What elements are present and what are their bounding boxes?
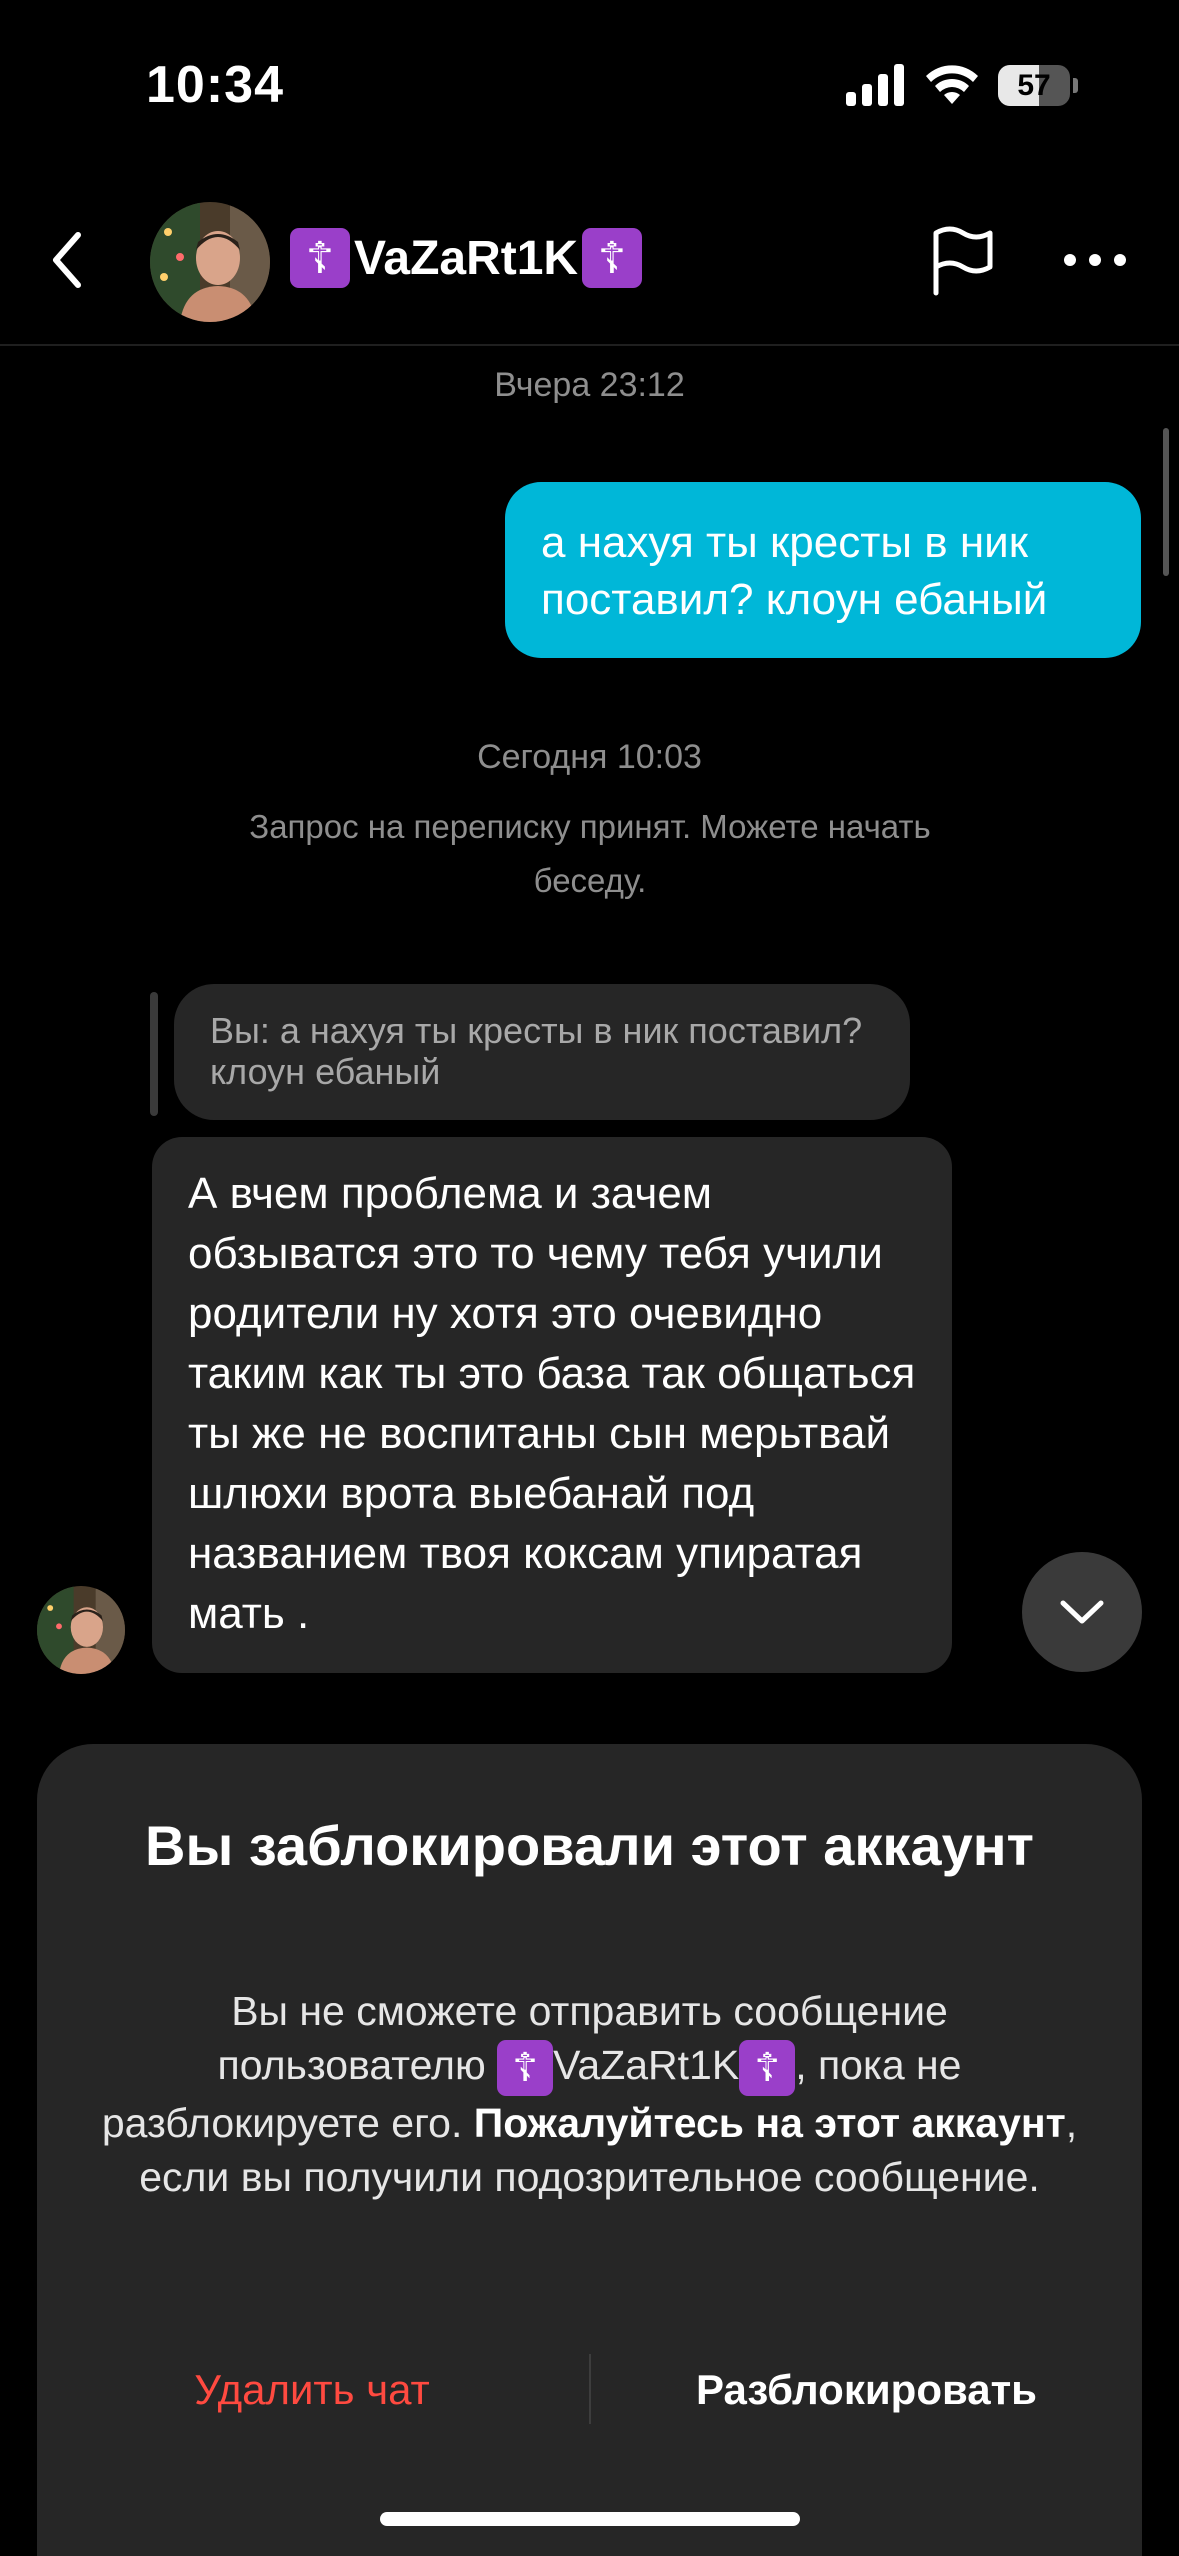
- more-icon[interactable]: [1060, 238, 1130, 282]
- orthodox-cross-emoji-icon: ☦: [290, 228, 350, 288]
- wifi-icon: [926, 65, 978, 104]
- chat-username: VaZaRt1K: [354, 231, 579, 285]
- blocked-description: Вы не сможете отправить сообщение пользо…: [101, 1988, 1078, 2201]
- timestamp: Сегодня 10:03: [477, 738, 702, 776]
- orthodox-cross-emoji-icon: ☦: [497, 2040, 554, 2097]
- orthodox-cross-emoji-icon: ☦: [582, 228, 643, 288]
- home-indicator: [380, 2512, 800, 2526]
- cellular-signal-icon: [846, 64, 904, 106]
- blocked-title: Вы заблокировали этот аккаунт: [145, 1814, 1034, 1877]
- scroll-indicator: [1163, 428, 1169, 576]
- battery-indicator: 57: [998, 65, 1078, 106]
- delete-chat-button[interactable]: Удалить чат: [37, 2350, 587, 2430]
- status-time: 10:34: [146, 56, 284, 114]
- reply-indicator-bar: [150, 992, 158, 1116]
- avatar[interactable]: [150, 202, 270, 322]
- back-icon[interactable]: [40, 225, 96, 295]
- chat-title[interactable]: ☦ VaZaRt1K ☦: [290, 228, 643, 288]
- report-account-link[interactable]: Пожалуйтесь на этот аккаунт: [474, 2100, 1066, 2146]
- unblock-button[interactable]: Разблокировать: [591, 2350, 1142, 2430]
- system-note: Запрос на переписку принят. Можете начат…: [249, 808, 931, 899]
- reply-preview[interactable]: Вы: а нахуя ты кресты в ник поставил? кл…: [174, 984, 910, 1120]
- scroll-to-bottom-button[interactable]: [1022, 1552, 1142, 1672]
- timestamp: Вчера 23:12: [494, 366, 685, 404]
- battery-percent: 57: [1017, 69, 1051, 102]
- chevron-down-icon: [1060, 1600, 1104, 1624]
- outgoing-message[interactable]: а нахуя ты кресты в ник поставил? клоун …: [505, 482, 1141, 658]
- orthodox-cross-emoji-icon: ☦: [739, 2040, 796, 2097]
- incoming-message[interactable]: А вчем проблема и зачем обзыватся это то…: [152, 1137, 952, 1673]
- avatar[interactable]: [37, 1586, 125, 1674]
- flag-icon[interactable]: [928, 225, 998, 297]
- header-divider: [0, 344, 1179, 346]
- blocked-username: VaZaRt1K: [553, 2042, 740, 2088]
